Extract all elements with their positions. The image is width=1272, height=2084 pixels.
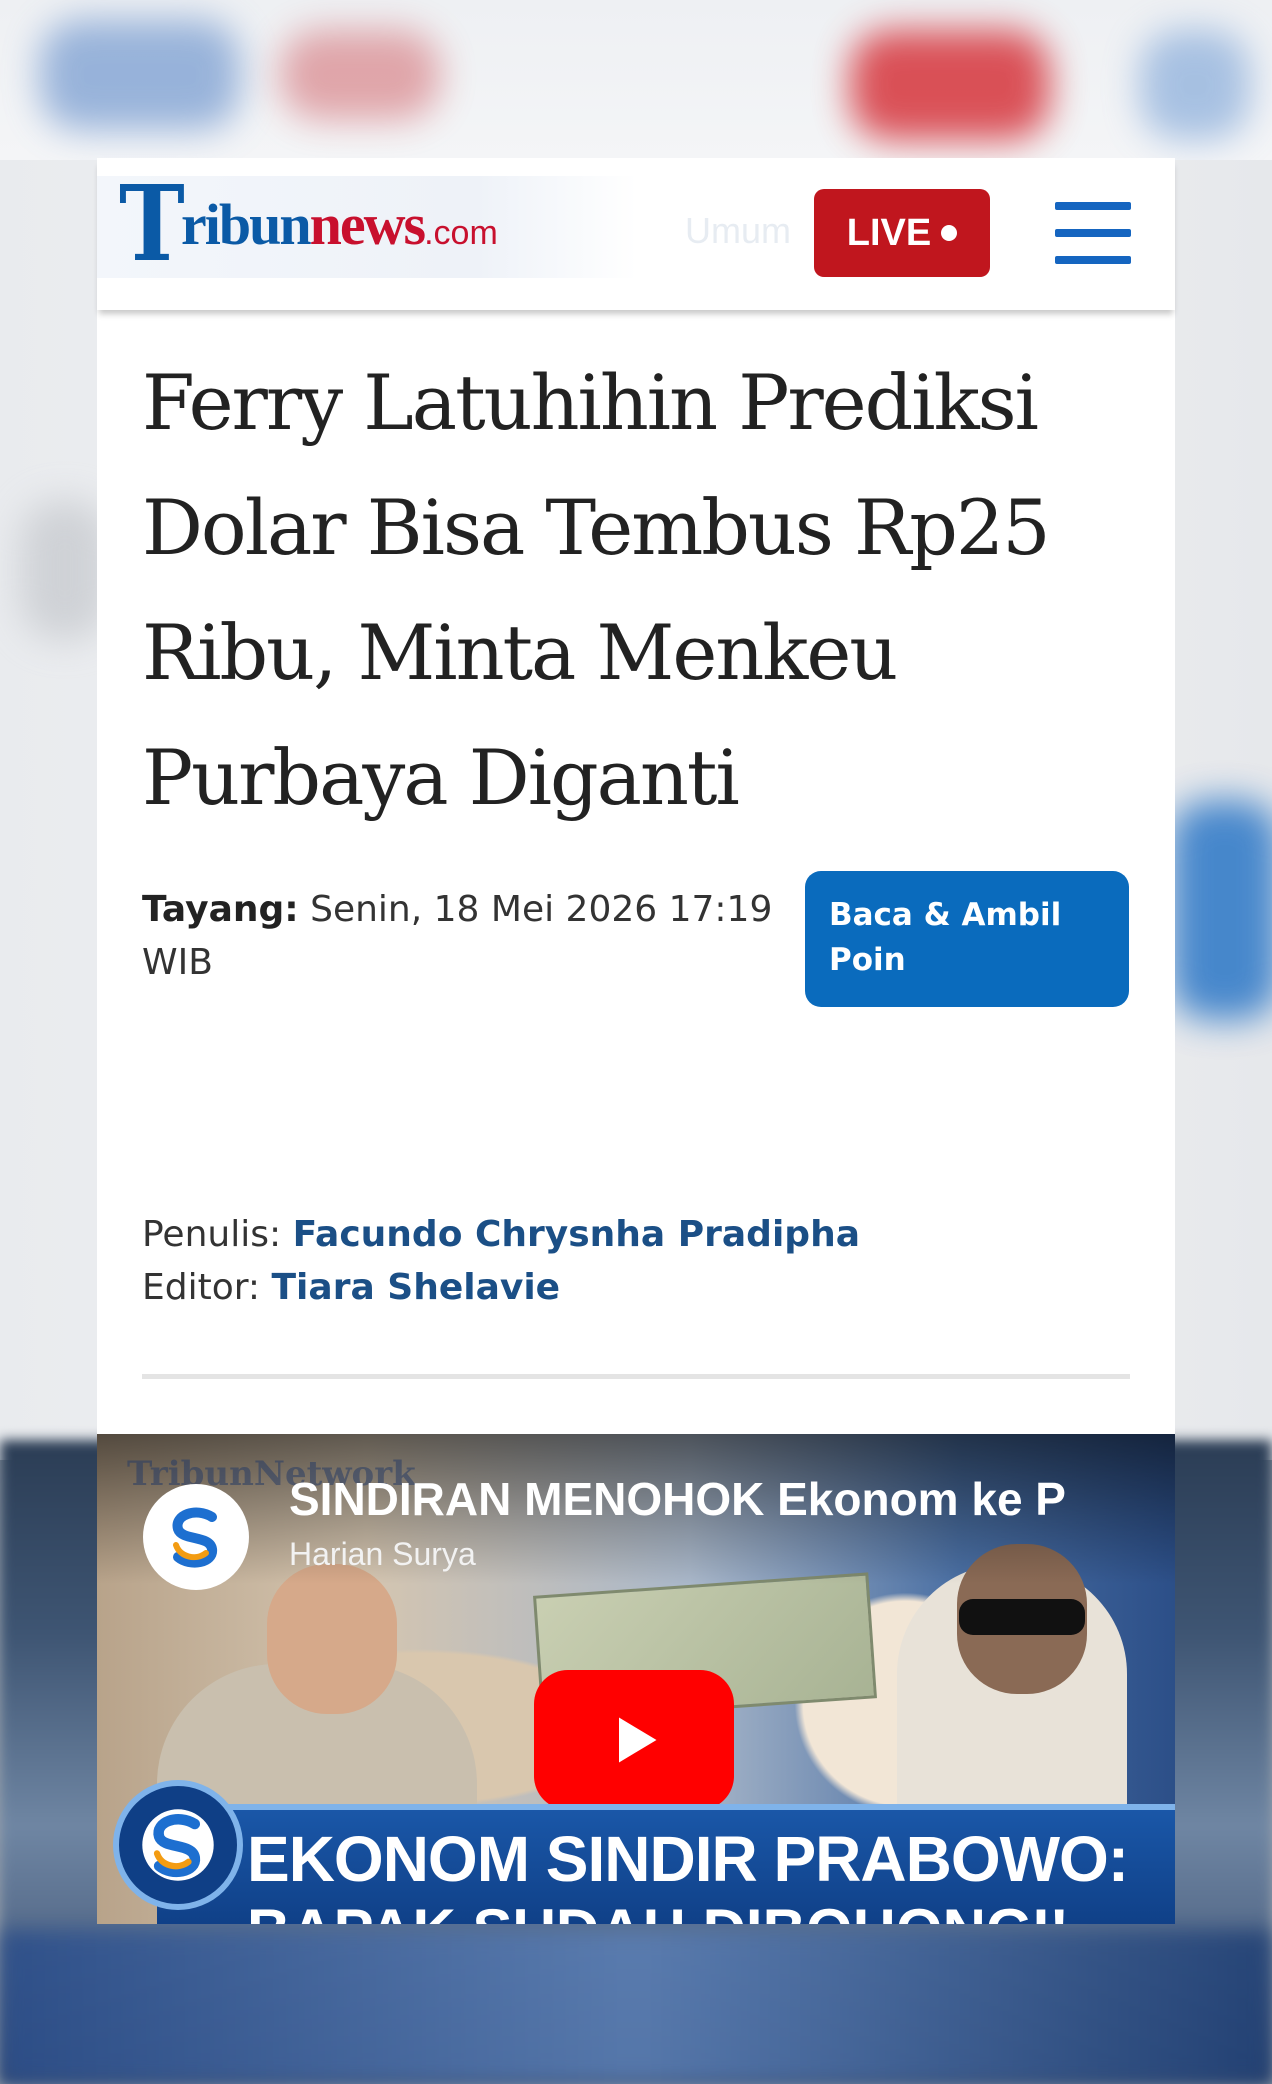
logo-initial: T	[119, 162, 185, 285]
publish-info: Tayang: Senin, 18 Mei 2026 17:19 WIB	[142, 883, 782, 989]
editor-label: Editor:	[142, 1267, 261, 1308]
live-label: LIVE	[846, 211, 932, 254]
live-dot-icon	[941, 225, 958, 241]
banner-headline: EKONOM SINDIR PRABOWO:	[247, 1823, 1129, 1895]
site-header: T ribunnews.com Umum LIVE	[97, 158, 1175, 310]
logo-news: news	[309, 191, 426, 257]
blur-blob	[1140, 30, 1250, 140]
blur-blob	[1170, 800, 1272, 1020]
editor-link[interactable]: Tiara Shelavie	[272, 1267, 561, 1308]
channel-avatar[interactable]	[143, 1484, 249, 1590]
blur-blob	[40, 20, 240, 130]
banner-logo-icon	[113, 1780, 243, 1910]
play-icon	[619, 1717, 657, 1763]
video-title[interactable]: SINDIRAN MENOHOK Ekonom ke P	[289, 1472, 1149, 1526]
logo-suffix: .com	[424, 213, 498, 252]
blurred-banner	[0, 1930, 1272, 2084]
thumbnail-glasses	[959, 1599, 1085, 1635]
live-button[interactable]: LIVE	[814, 189, 990, 277]
writer-link[interactable]: Facundo Chrysnha Pradipha	[293, 1214, 860, 1255]
nav-hint[interactable]: Umum	[685, 210, 791, 252]
article-credits: Penulis: Facundo Chrysnha Pradipha Edito…	[142, 1208, 860, 1314]
video-channel-name[interactable]: Harian Surya	[289, 1536, 476, 1573]
article-title: Ferry Latuhihin Prediksi Dolar Bisa Temb…	[142, 358, 1051, 822]
blur-blob	[280, 30, 440, 120]
channel-logo-icon	[162, 1503, 230, 1571]
editor-line: Editor: Tiara Shelavie	[142, 1261, 860, 1314]
read-earn-points-button[interactable]: Baca & Ambil Poin	[805, 871, 1129, 1007]
writer-line: Penulis: Facundo Chrysnha Pradipha	[142, 1208, 860, 1261]
logo-wordmark: ribunnews.com	[181, 191, 498, 258]
youtube-video-player[interactable]: TribunNetwork SINDIRAN MENOHOK Ekonom ke…	[97, 1434, 1175, 1924]
tribunnews-logo[interactable]: T ribunnews.com	[119, 172, 498, 276]
thumbnail-head-left	[267, 1564, 397, 1714]
divider	[142, 1374, 1130, 1379]
banner-subline: BAPAK SUDAH DIBOHONGI!	[247, 1896, 1069, 1924]
publish-label: Tayang:	[142, 889, 299, 930]
blur-blob	[850, 30, 1050, 140]
play-button[interactable]	[534, 1670, 734, 1810]
logo-word: ribun	[181, 191, 312, 257]
hamburger-menu-icon[interactable]	[1055, 202, 1131, 264]
writer-label: Penulis:	[142, 1214, 282, 1255]
